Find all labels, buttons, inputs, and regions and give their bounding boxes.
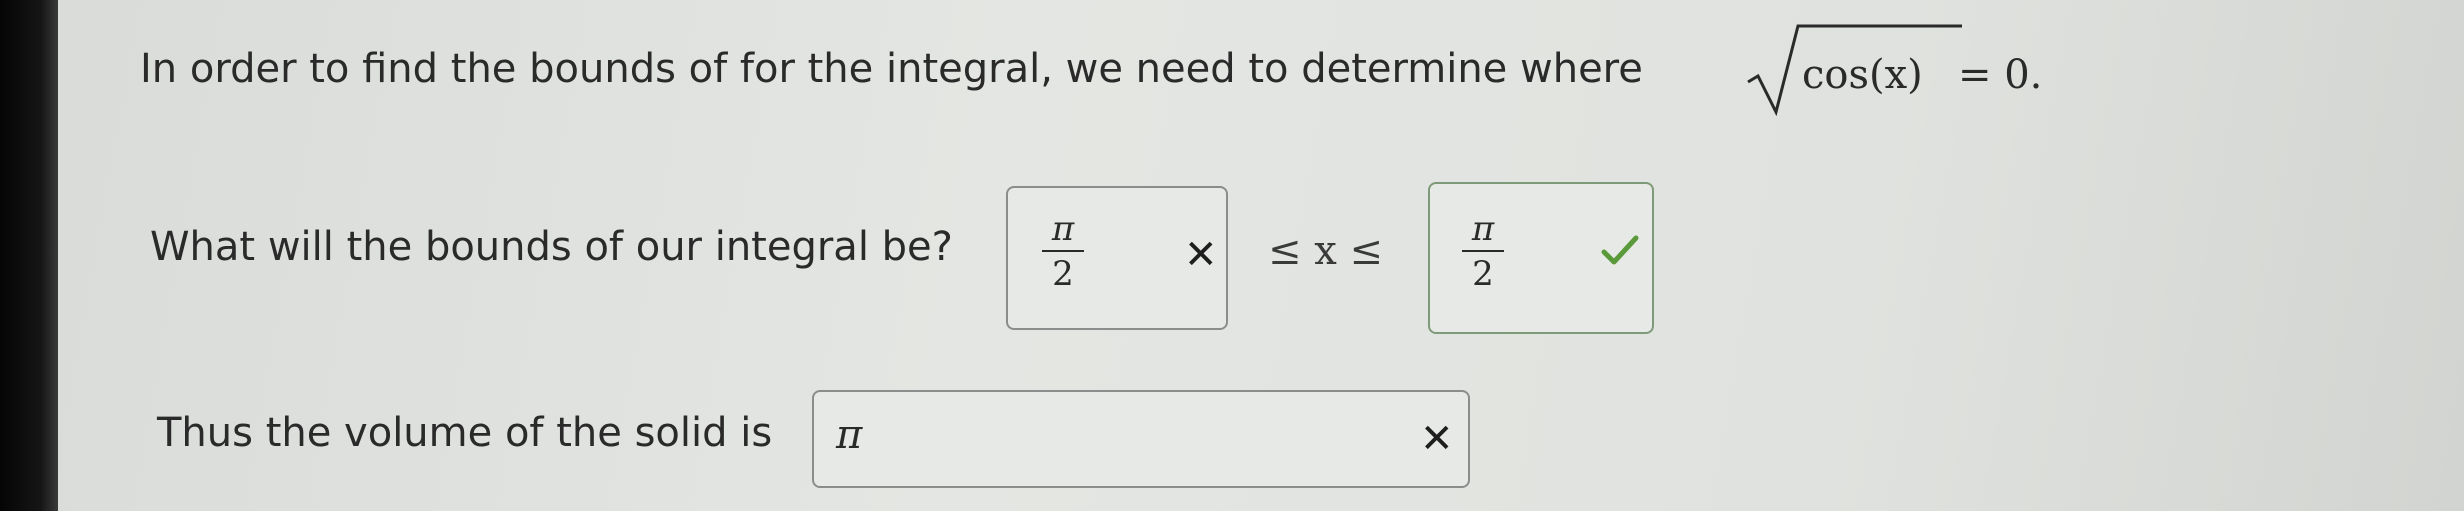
upper-bound-numerator: π	[1471, 209, 1495, 249]
lower-bound-fraction: π 2	[1038, 210, 1088, 294]
photo-dark-edge	[0, 0, 58, 511]
volume-input[interactable]: ✕	[812, 390, 1470, 488]
x-icon: ✕	[1184, 232, 1218, 278]
upper-bound-fraction: π 2	[1458, 210, 1508, 294]
upper-bound-denominator: 2	[1472, 254, 1494, 294]
volume-answer-value: π	[836, 412, 863, 458]
fraction-bar	[1462, 250, 1504, 252]
intro-text: In order to find the bounds of for the i…	[140, 46, 1643, 92]
equation-suffix: = 0.	[1958, 52, 2043, 98]
lower-bound-denominator: 2	[1052, 254, 1074, 294]
lower-bound-numerator: π	[1051, 209, 1075, 249]
inequality-text: ≤ x ≤	[1268, 228, 1384, 274]
check-icon	[1600, 234, 1640, 272]
fraction-bar	[1042, 250, 1084, 252]
bounds-prompt: What will the bounds of our integral be?	[150, 224, 953, 270]
upper-bound-input[interactable]: π 2	[1428, 182, 1654, 334]
sqrt-content: cos(x)	[1802, 52, 1923, 98]
lower-bound-input[interactable]: π 2 ✕	[1006, 186, 1228, 330]
inequality: ≤ x ≤	[1268, 228, 1383, 274]
x-icon: ✕	[1420, 416, 1454, 462]
volume-prompt: Thus the volume of the solid is	[157, 410, 773, 456]
sqrt-expression-text: cos(x)	[1802, 52, 1923, 98]
